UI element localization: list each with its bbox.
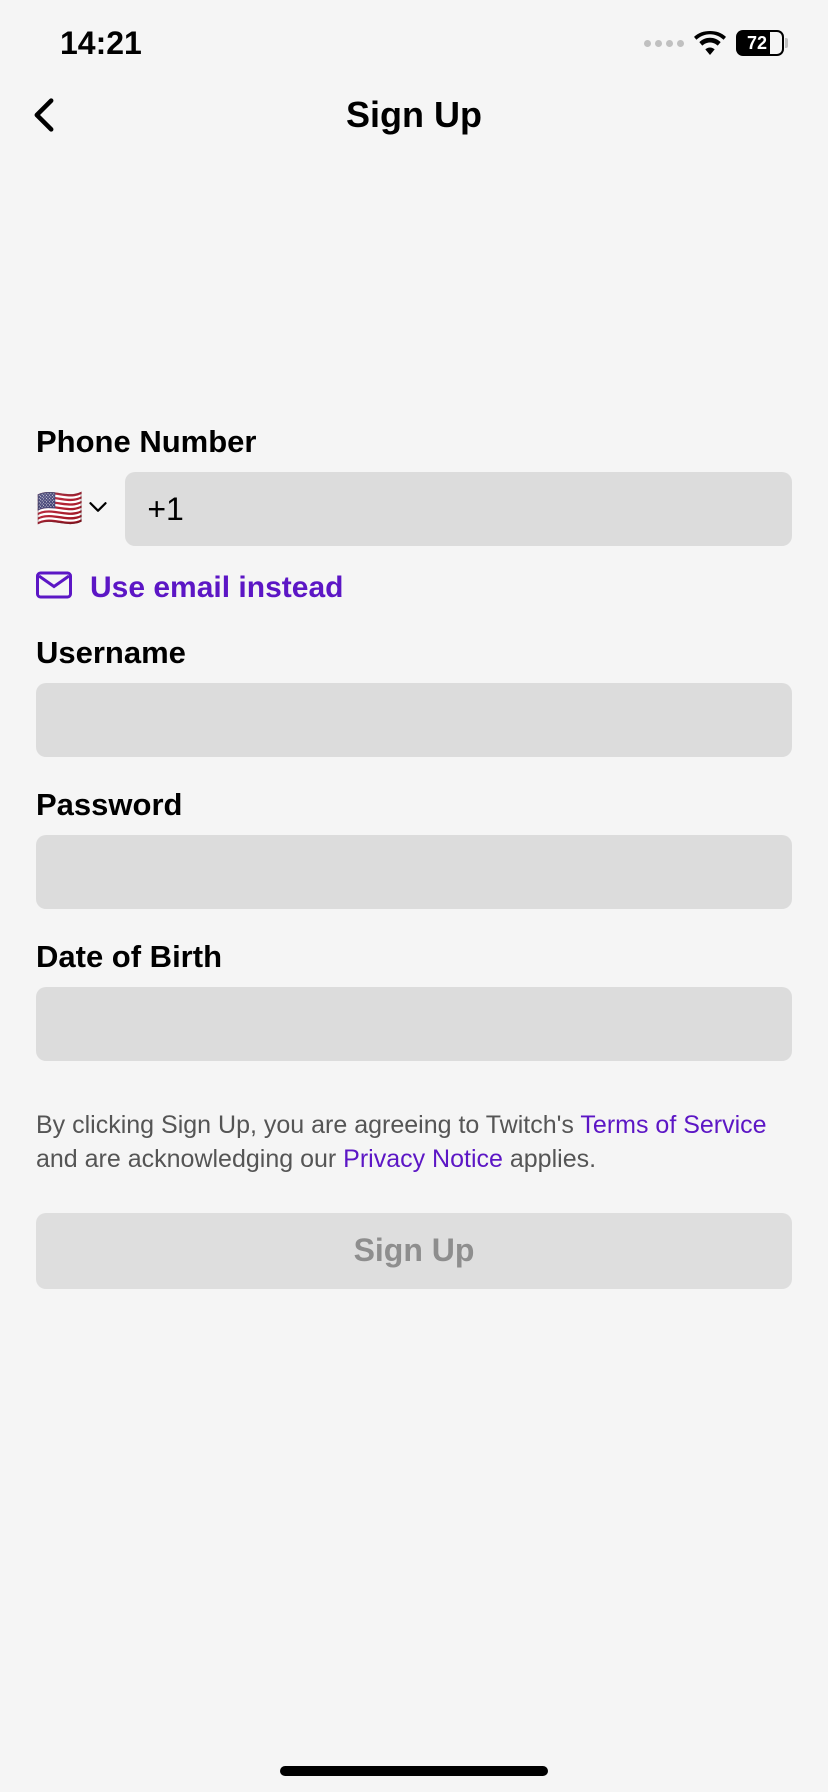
signup-form: Phone Number 🇺🇸 Use email instead Userna…: [0, 160, 828, 1289]
chevron-down-icon: [89, 498, 107, 521]
nav-bar: Sign Up: [0, 70, 828, 160]
mail-icon: [36, 570, 72, 605]
status-right: 72: [644, 30, 788, 56]
cellular-icon: [644, 40, 684, 47]
battery-percent: 72: [747, 33, 767, 54]
username-group: Username: [36, 635, 792, 757]
dob-group: Date of Birth: [36, 939, 792, 1061]
back-button[interactable]: [24, 95, 64, 135]
country-selector[interactable]: 🇺🇸: [36, 490, 107, 528]
phone-input[interactable]: [125, 472, 792, 546]
legal-suffix: applies.: [503, 1145, 596, 1173]
use-email-label: Use email instead: [90, 571, 343, 605]
phone-label: Phone Number: [36, 424, 792, 460]
username-input[interactable]: [36, 683, 792, 757]
wifi-icon: [694, 31, 726, 55]
terms-of-service-link[interactable]: Terms of Service: [580, 1111, 766, 1139]
page-title: Sign Up: [24, 94, 804, 136]
phone-group: Phone Number 🇺🇸 Use email instead: [36, 424, 792, 605]
use-email-link[interactable]: Use email instead: [36, 570, 792, 605]
chevron-left-icon: [33, 97, 55, 133]
privacy-notice-link[interactable]: Privacy Notice: [343, 1145, 503, 1173]
legal-text: By clicking Sign Up, you are agreeing to…: [36, 1109, 792, 1177]
status-bar: 14:21 72: [0, 0, 828, 70]
legal-prefix: By clicking Sign Up, you are agreeing to…: [36, 1111, 580, 1139]
flag-icon: 🇺🇸: [36, 490, 83, 528]
home-indicator: [280, 1766, 548, 1776]
dob-label: Date of Birth: [36, 939, 792, 975]
legal-middle: and are acknowledging our: [36, 1145, 343, 1173]
status-time: 14:21: [60, 25, 142, 62]
password-input[interactable]: [36, 835, 792, 909]
password-group: Password: [36, 787, 792, 909]
signup-button[interactable]: Sign Up: [36, 1213, 792, 1289]
password-label: Password: [36, 787, 792, 823]
battery-icon: 72: [736, 30, 788, 56]
dob-input[interactable]: [36, 987, 792, 1061]
username-label: Username: [36, 635, 792, 671]
